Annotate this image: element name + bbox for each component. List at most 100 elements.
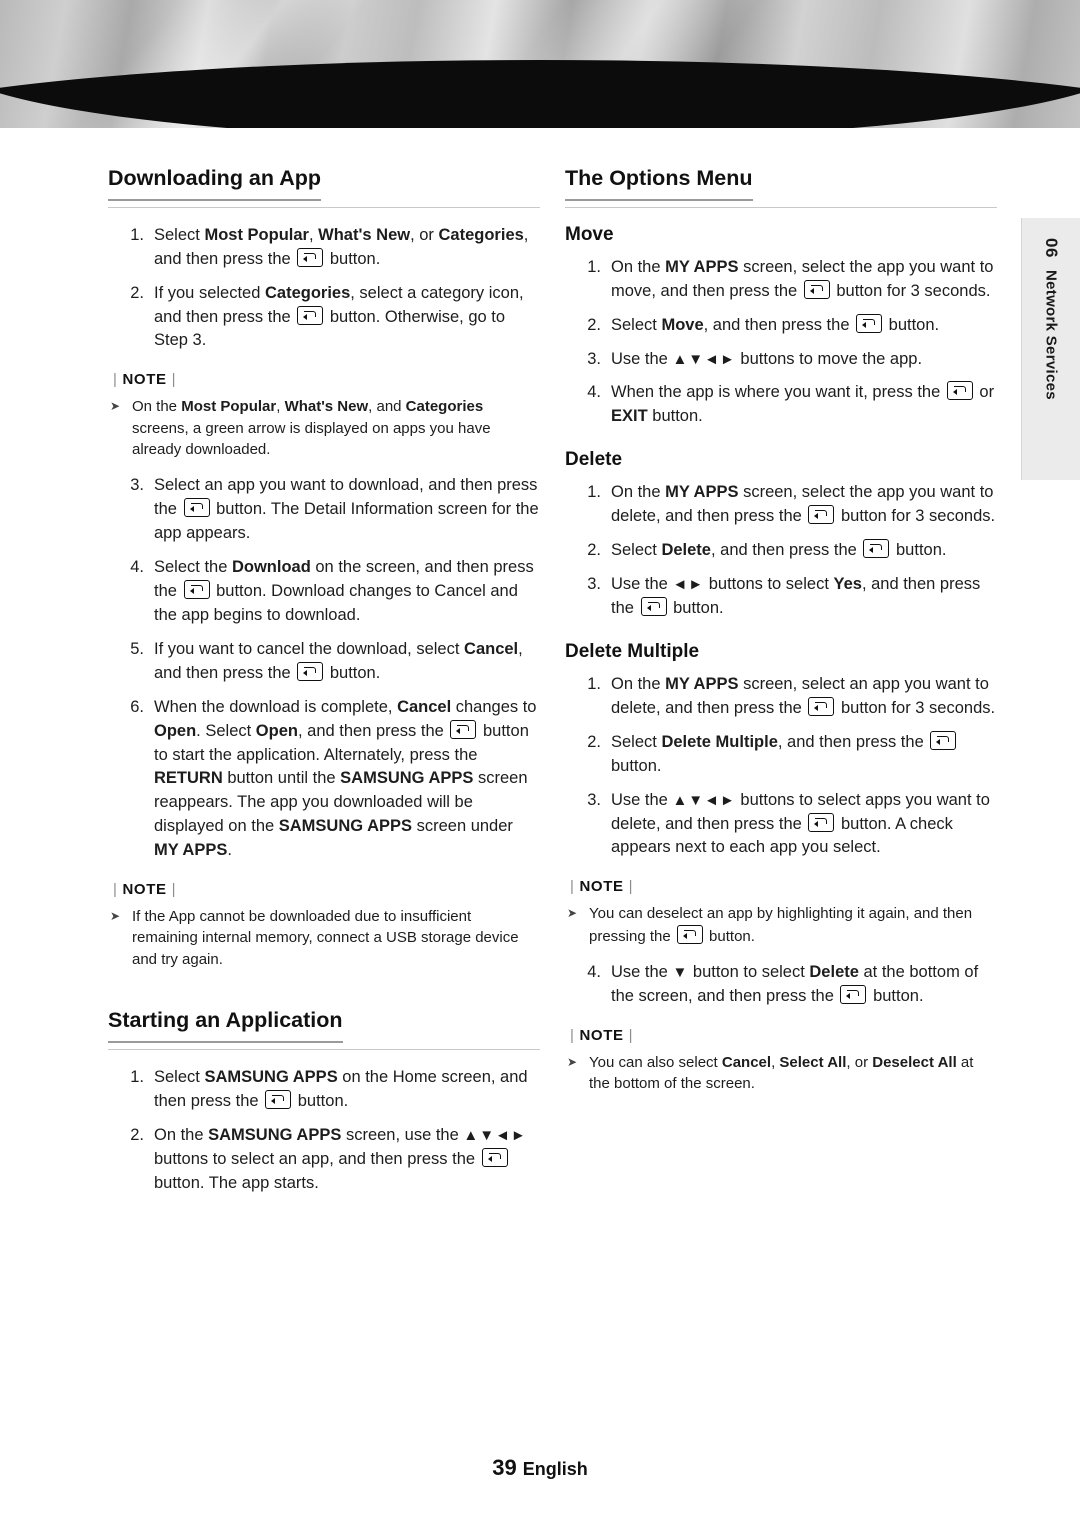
step-item: 1. On the MY APPS screen, select the app … [565,256,997,304]
chapter-label: Network Services [1042,269,1060,400]
step-item: 3. Select an app you want to download, an… [108,474,540,546]
note-items: ➤ If the App cannot be downloaded due to … [108,906,540,970]
note-item: ➤ You can also select Cancel, Select All,… [565,1052,997,1095]
step-text: Select the Download on the screen, and t… [154,558,534,624]
right-column: The Options Menu Move 1. On the MY APPS s… [565,166,997,1108]
step-number: 2. [587,315,601,334]
title-divider [108,1048,540,1050]
note-heading: | NOTE | [570,878,634,896]
note-block-insufficient-memory: | NOTE | ➤ If the App cannot be downloaded … [108,881,540,970]
steps-list-move: 1. On the MY APPS screen, select the app … [565,256,997,430]
step-number: 3. [130,476,144,495]
bullet-arrow-icon: ➤ [567,1054,578,1069]
note-text: You can also select Cancel, Select All, … [589,1053,974,1093]
step-text: Select Most Popular, What's New, or Cate… [154,225,529,268]
step-text: When the app is where you want it, press… [611,381,995,426]
step-item: 1. Select SAMSUNG APPS on the Home screen… [108,1066,540,1114]
step-number: 3. [587,349,601,368]
page-language: English [522,1459,588,1479]
step-item: 2. Select Move, and then press the button… [565,313,997,338]
title-divider [565,206,997,208]
step-text: Select SAMSUNG APPS on the Home screen, … [154,1067,528,1110]
section-title-starting-an-application: Starting an Application [108,1008,343,1043]
note-item: ➤ On the Most Popular, What's New, and Ca… [108,396,540,460]
subsection-title-move: Move [565,223,614,245]
step-number: 1. [130,1067,144,1086]
step-number: 4. [587,962,601,981]
step-item: 3. Use the ▲▼◄► buttons to move the app. [565,348,997,372]
step-item: 4. When the app is where you want it, pre… [565,381,997,429]
bullet-arrow-icon: ➤ [110,909,121,924]
note-items: ➤ You can also select Cancel, Select All,… [565,1052,997,1095]
steps-list-download-2: 3. Select an app you want to download, an… [108,474,540,863]
chapter-number: 06 [1042,238,1061,258]
subsection-title-delete-multiple: Delete Multiple [565,640,700,662]
section-title-downloading-an-app: Downloading an App [108,166,321,201]
subsection-title-delete: Delete [565,449,623,471]
note-block-green-arrow: | NOTE | ➤ On the Most Popular, What's New,… [108,371,540,460]
step-number: 1. [130,225,144,244]
note-block-deselect-app: | NOTE | ➤ You can deselect an app by highl… [565,878,997,947]
steps-list-delete-multiple: 1. On the MY APPS screen, select an app y… [565,673,997,860]
header-banner-image [0,0,1080,128]
chapter-side-tab: 06 Network Services [1021,218,1080,480]
step-number: 6. [130,697,144,716]
bullet-arrow-icon: ➤ [567,906,578,921]
step-item: 2. If you selected Categories, select a c… [108,282,540,354]
note-text: On the Most Popular, What's New, and Cat… [132,398,491,458]
step-item: 1. On the MY APPS screen, select the app … [565,481,997,529]
step-item: 2. Select Delete Multiple, and then press… [565,730,997,779]
step-number: 2. [587,732,601,751]
note-heading: | NOTE | [113,371,177,389]
note-heading: | NOTE | [570,1026,634,1044]
step-text: If you want to cancel the download, sele… [154,639,523,682]
note-block-cancel-selectall: | NOTE | ➤ You can also select Cancel, Sele… [565,1027,997,1095]
step-text: Use the ▲▼◄► buttons to move the app. [611,349,923,368]
step-item: 3. Use the ◄► buttons to select Yes, and … [565,573,997,621]
step-item: 2. On the SAMSUNG APPS screen, use the ▲▼… [108,1124,540,1196]
step-text: Use the ▲▼◄► buttons to select apps you … [611,790,990,857]
step-item: 4. Select the Download on the screen, and… [108,556,540,628]
step-text: On the MY APPS screen, select the app yo… [611,483,996,526]
step-number: 1. [587,674,601,693]
step-item: 6. When the download is complete, Cancel … [108,696,540,863]
step-number: 4. [130,558,144,577]
note-item: ➤ You can deselect an app by highlighting… [565,903,997,947]
step-text: On the SAMSUNG APPS screen, use the ▲▼◄►… [154,1125,527,1192]
steps-list-download-1: 1. Select Most Popular, What's New, or Ca… [108,224,540,354]
step-number: 2. [130,283,144,302]
note-heading: | NOTE | [113,881,177,899]
step-item: 4. Use the ▼ button to select Delete at t… [565,961,997,1009]
step-text: When the download is complete, Cancel ch… [154,697,537,860]
step-number: 1. [587,483,601,502]
section-title-options-menu: The Options Menu [565,166,753,201]
page-number: 39 [492,1455,517,1480]
step-number: 5. [130,639,144,658]
step-text: Select Move, and then press the button. [611,313,940,334]
steps-list-delete-multiple-after: 4. Use the ▼ button to select Delete at t… [565,961,997,1009]
step-text: Select Delete, and then press the button… [611,539,947,560]
note-items: ➤ You can deselect an app by highlighting… [565,903,997,947]
step-text: Select an app you want to download, and … [154,476,539,543]
page-footer: 39 English [0,1455,1080,1481]
step-text: If you selected Categories, select a cat… [154,283,524,350]
note-text: If the App cannot be downloaded due to i… [132,908,519,968]
step-text: On the MY APPS screen, select an app you… [611,674,996,717]
step-number: 1. [587,257,601,276]
step-item: 1. On the MY APPS screen, select an app y… [565,673,997,721]
note-items: ➤ On the Most Popular, What's New, and Ca… [108,396,540,460]
step-number: 3. [587,575,601,594]
step-item: 2. Select Delete, and then press the butt… [565,539,997,563]
step-number: 3. [587,790,601,809]
note-text: You can deselect an app by highlighting … [589,905,973,945]
step-text: On the MY APPS screen, select the app yo… [611,257,994,300]
step-text: Use the ▼ button to select Delete at the… [611,962,979,1005]
title-divider [108,206,540,208]
step-text: Select Delete Multiple, and then press t… [611,730,958,775]
step-text: Use the ◄► buttons to select Yes, and th… [611,575,981,618]
steps-list-delete: 1. On the MY APPS screen, select the app … [565,481,997,621]
left-column: Downloading an App 1. Select Most Popular… [108,166,540,1205]
step-number: 2. [130,1125,144,1144]
step-number: 2. [587,541,601,560]
step-item: 3. Use the ▲▼◄► buttons to select apps yo… [565,789,997,861]
